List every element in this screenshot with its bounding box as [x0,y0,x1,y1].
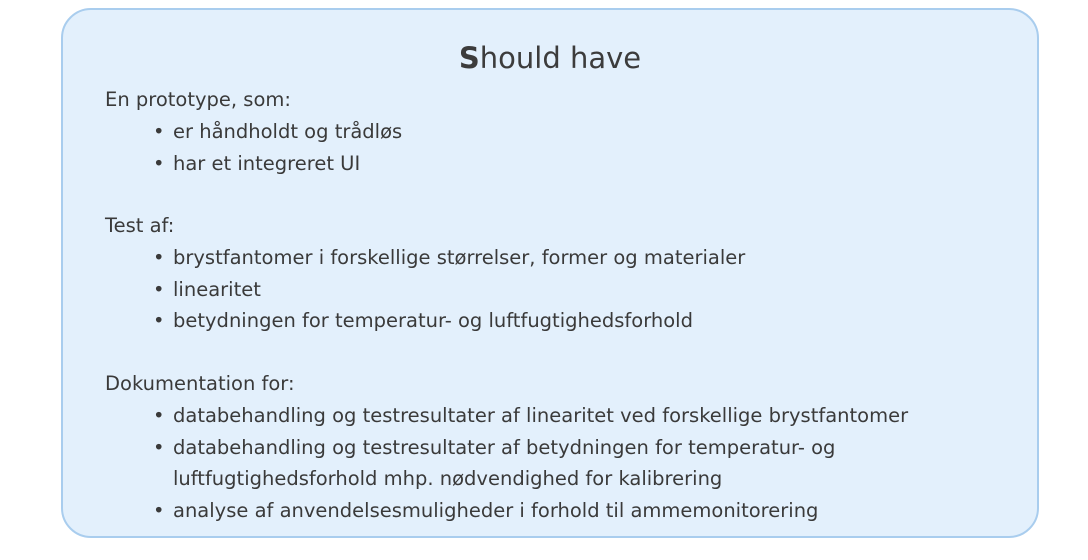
bullet-icon: • [153,277,165,301]
bullet-icon: • [153,151,165,175]
list-item-text: databehandling og testresultater af bety… [173,435,836,459]
section-heading-test: Test af: [105,214,175,237]
test-list: • brystfantomer i forskellige størrelser,… [153,242,745,337]
list-item-text: linearitet [173,277,261,301]
list-item-text: analyse af anvendelsesmuligheder i forho… [173,498,819,522]
list-item-text-continuation: luftfugtighedsforhold mhp. nødvendighed … [173,467,723,490]
list-item: • linearitet [153,274,745,306]
list-item: • har et integreret UI [153,148,402,180]
title-rest: hould have [479,41,642,75]
list-item-text: databehandling og testresultater af line… [173,404,909,427]
section-heading-prototype: En prototype, som: [105,88,291,111]
list-item-text: har et integreret UI [173,151,361,175]
list-item: • databehandling og testresultater af bet… [153,432,908,495]
title-first-letter: S [458,41,480,75]
list-item: • databehandling og testresultater af lin… [153,400,908,432]
list-item: • betydningen for temperatur- og luftfugt… [153,305,745,337]
list-item: • analyse af anvendelsesmuligheder i forh… [153,495,908,527]
list-item-text: betydningen for temperatur- og luftfugti… [173,309,693,332]
list-item: • er håndholdt og trådløs [153,116,402,148]
list-item-text: brystfantomer i forskellige størrelser, … [173,246,746,269]
bullet-icon: • [153,309,165,332]
card-title: Should have [63,40,1037,76]
bullet-icon: • [153,246,165,269]
list-item-text: er håndholdt og trådløs [173,120,403,143]
bullet-icon: • [153,498,165,522]
bullet-icon: • [153,404,165,427]
bullet-icon: • [153,120,165,143]
list-item: • brystfantomer i forskellige størrelser,… [153,242,745,274]
bullet-icon: • [153,435,165,459]
prototype-list: • er håndholdt og trådløs • har et integre… [153,116,402,179]
section-heading-documentation: Dokumentation for: [105,372,295,395]
should-have-card: Should have En prototype, som: • er håndh… [61,8,1039,538]
documentation-list: • databehandling og testresultater af lin… [153,400,908,526]
